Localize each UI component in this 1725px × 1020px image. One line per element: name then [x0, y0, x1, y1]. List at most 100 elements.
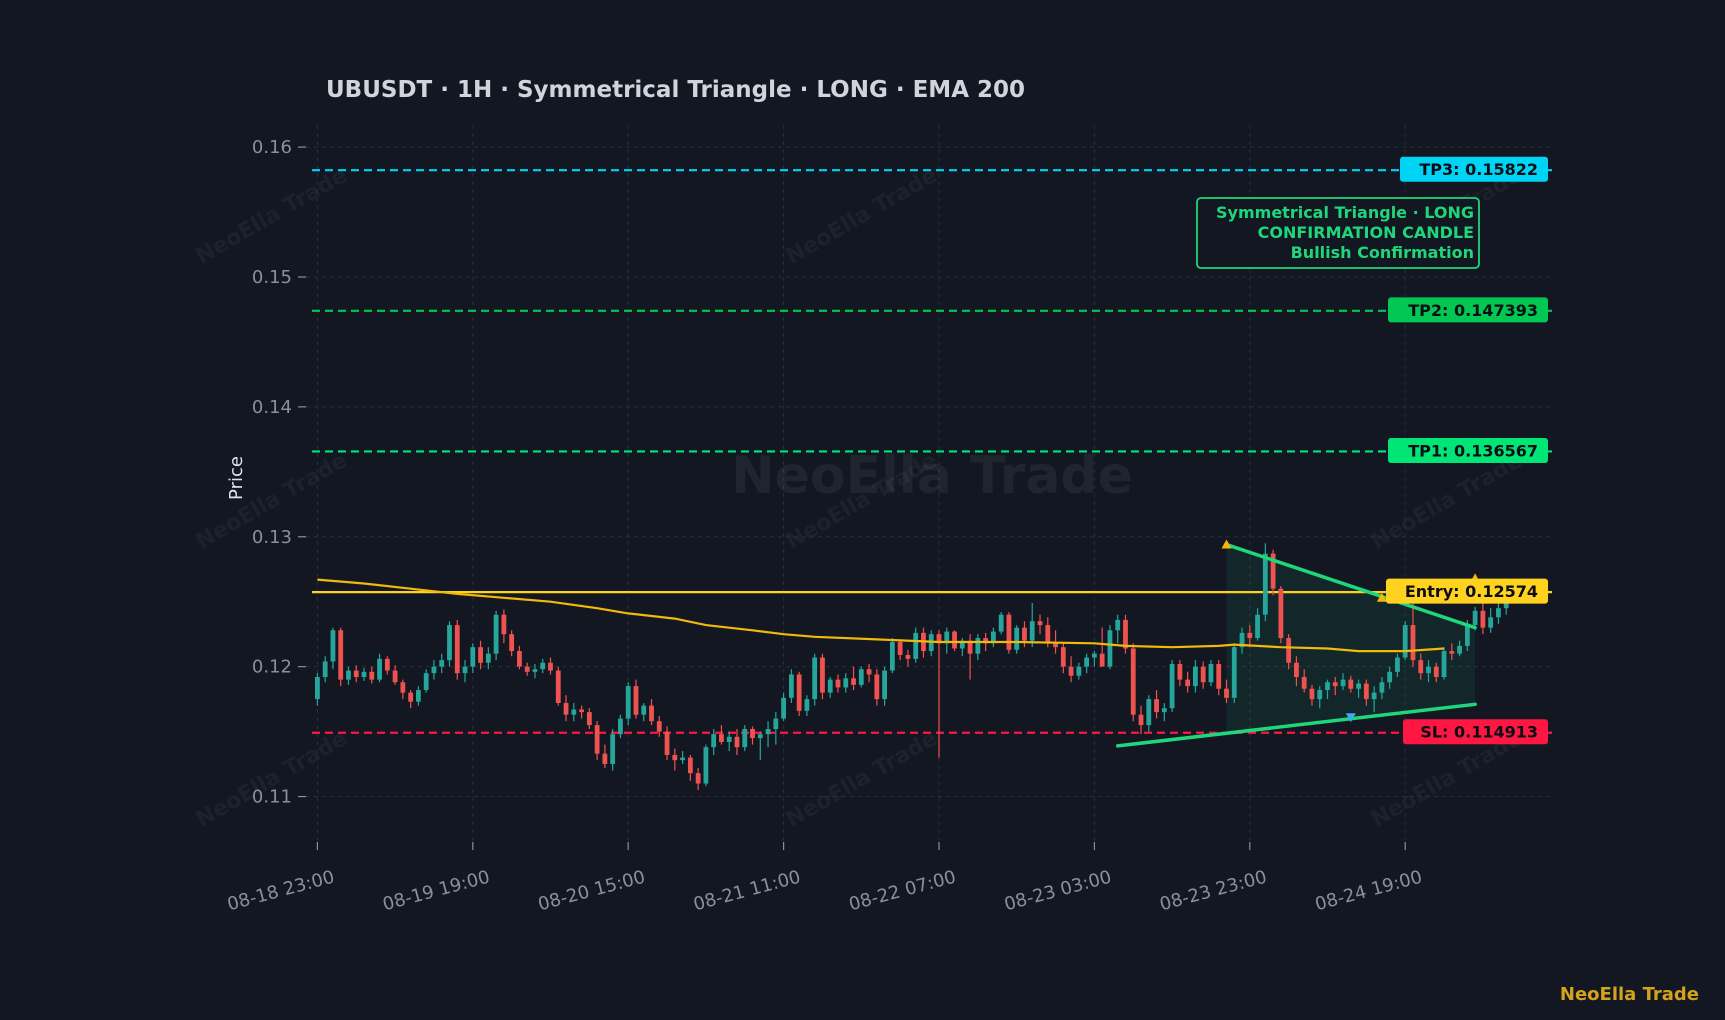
candle-down	[874, 674, 880, 700]
candle-down	[1301, 677, 1307, 689]
candle-down	[1278, 588, 1284, 639]
candle-up	[330, 630, 336, 662]
candle-up	[1457, 645, 1462, 654]
candle-up	[742, 728, 748, 748]
annotation-line: Bullish Confirmation	[1291, 243, 1474, 262]
candle-down	[1309, 688, 1315, 700]
candle-down	[384, 658, 390, 671]
candle-down	[1060, 647, 1066, 667]
candle-down	[820, 657, 825, 693]
candle-down	[1480, 610, 1486, 628]
candle-up	[416, 690, 421, 702]
x-tick-label: 08-21 11:00	[691, 867, 803, 916]
candle-up	[641, 705, 647, 715]
candle-down	[1037, 621, 1043, 626]
entry-label-text: Entry: 0.12574	[1405, 582, 1538, 601]
candle-up	[889, 641, 895, 671]
candle-up	[1488, 617, 1494, 628]
tp2-label-text: TP2: 0.147393	[1408, 301, 1538, 320]
candle-down	[719, 734, 724, 742]
candle-up	[361, 671, 367, 678]
candle-down	[1123, 619, 1128, 649]
candle-up	[625, 686, 631, 719]
candle-up	[812, 657, 818, 700]
candle-down	[1224, 688, 1229, 698]
sl-label-text: SL: 0.114913	[1420, 723, 1538, 742]
candle-down	[602, 753, 608, 765]
candle-up	[1379, 682, 1385, 693]
candle-down	[1177, 664, 1183, 680]
watermark-text: NeoElla Trade	[192, 163, 352, 270]
candle-up	[377, 658, 382, 680]
tp1-label-text: TP1: 0.136567	[1408, 441, 1538, 460]
y-axis-label: Price	[226, 456, 247, 500]
candle-up	[1356, 683, 1361, 689]
watermark-text: NeoElla Trade	[782, 163, 942, 270]
candle-down	[866, 669, 872, 675]
chart-stage: NeoElla Trade NeoElla Trade NeoElla Trade N…	[0, 0, 1725, 1020]
candle-up	[757, 734, 763, 739]
candle-down	[1045, 625, 1051, 644]
candle-down	[1053, 643, 1058, 648]
candle-down	[594, 725, 600, 754]
candle-down	[1410, 625, 1416, 661]
candle-down	[672, 754, 678, 761]
candle-up	[781, 697, 786, 719]
candle-down	[555, 670, 561, 704]
candle-up	[1262, 553, 1268, 615]
candle-down	[478, 647, 483, 663]
annotation-line: CONFIRMATION CANDLE	[1258, 223, 1474, 242]
candle-up	[1169, 664, 1175, 709]
candle-up	[726, 736, 732, 742]
candle-up	[1193, 666, 1198, 687]
x-tick-label: 08-24 19:00	[1313, 867, 1425, 916]
candle-down	[524, 666, 530, 672]
candle-down	[1006, 614, 1012, 650]
candle-down	[1099, 653, 1105, 667]
candle-up	[1426, 666, 1431, 674]
candle-up	[1146, 699, 1152, 726]
candle-up	[322, 661, 328, 678]
candle-up	[1208, 664, 1214, 683]
candle-up	[423, 673, 429, 691]
candle-down	[1418, 660, 1424, 674]
candle-down	[664, 731, 670, 755]
candle-up	[1441, 651, 1447, 678]
candle-up	[1317, 690, 1323, 700]
y-tick-label: 0.11	[252, 787, 292, 808]
candle-up	[1464, 625, 1470, 646]
candle-up	[571, 709, 577, 715]
candle-down	[1286, 638, 1292, 663]
candle-up	[711, 734, 717, 748]
candle-down	[1247, 632, 1253, 639]
candle-down	[796, 674, 802, 711]
candle-down	[338, 630, 344, 680]
candle-down	[1216, 664, 1222, 689]
candle-down	[586, 712, 592, 726]
candle-up	[1325, 682, 1330, 691]
y-tick-label: 0.14	[252, 397, 292, 418]
candle-down	[392, 670, 398, 683]
x-tick-label: 08-18 23:00	[225, 867, 337, 916]
candle-down	[1348, 679, 1354, 689]
candle-down	[835, 679, 841, 688]
candle-up	[485, 653, 491, 663]
candle-up	[447, 625, 452, 661]
candle-up	[1161, 708, 1167, 713]
y-tick-label: 0.13	[252, 527, 292, 548]
candle-down	[649, 705, 654, 722]
candle-up	[843, 678, 849, 688]
candle-up	[1014, 627, 1020, 650]
candle-up	[470, 647, 476, 667]
y-tick-label: 0.15	[252, 267, 292, 288]
candle-up	[618, 718, 623, 735]
candle-up	[827, 679, 833, 693]
candle-up	[346, 670, 351, 680]
candle-down	[952, 631, 957, 649]
x-tick-label: 08-23 03:00	[1002, 867, 1114, 916]
candle-down	[501, 614, 507, 635]
candle-up	[1092, 653, 1097, 658]
candle-up	[1231, 647, 1237, 698]
candle-up	[532, 669, 538, 672]
candle-up	[1340, 679, 1346, 687]
